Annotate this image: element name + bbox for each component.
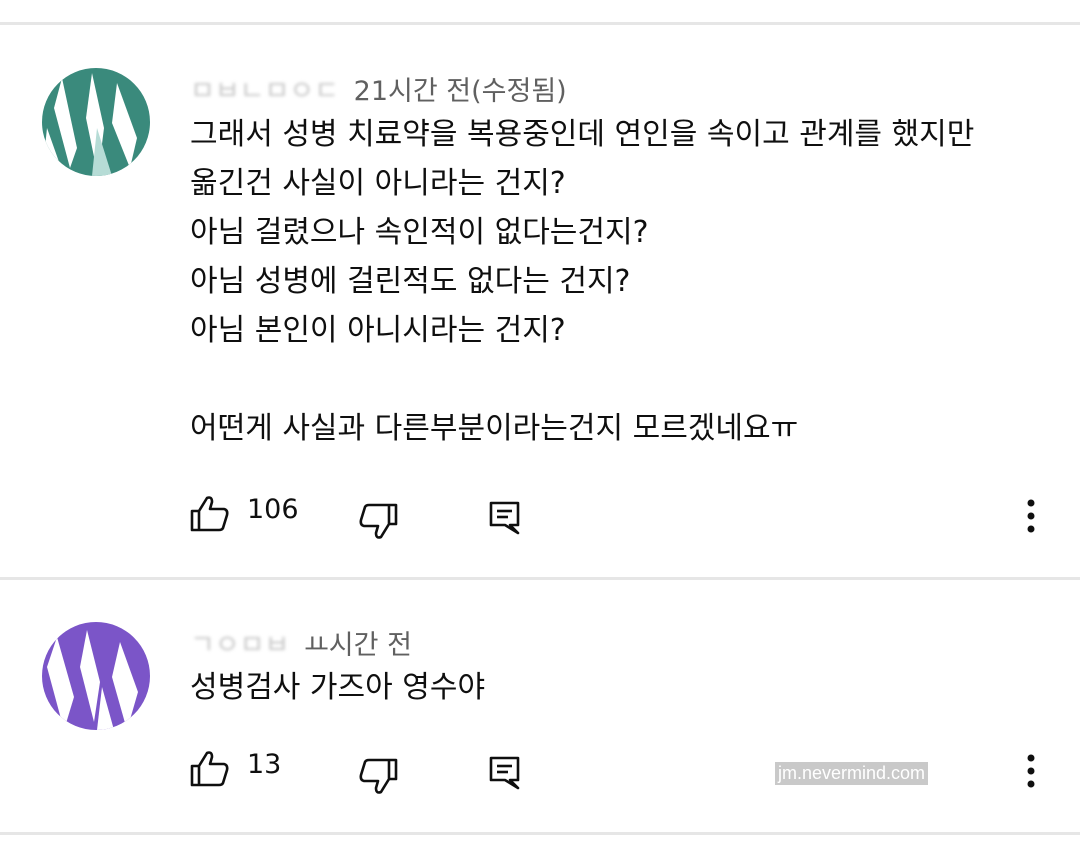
thumbs-up-icon[interactable] [190,750,230,788]
comment-divider [0,577,1080,580]
more-vertical-icon[interactable] [1024,753,1038,789]
thumbs-down-icon[interactable] [358,757,398,795]
comment-meta: ㄱㅇㅁㅂ ㅛ시간 전 [190,623,412,662]
avatar-image [42,68,150,176]
author-name[interactable]: ㅁㅂㄴㅁㅇㄷ [190,69,339,108]
reply-icon[interactable] [488,755,522,791]
comment-text: 성병검사 가즈아 영수야 [190,670,486,705]
author-name[interactable]: ㄱㅇㅁㅂ [190,623,289,662]
watermark: jm.nevermind.com [775,762,929,785]
avatar-image [42,622,150,730]
comment-time: 21시간 전(수정됨) [353,76,567,107]
reply-icon[interactable] [488,500,522,536]
thumbs-up-icon[interactable] [190,495,230,533]
like-count: 106 [247,494,299,525]
comment-text: 그래서 성병 치료약을 복용중인데 연인을 속이고 관계를 했지만 옮긴건 사실… [190,117,975,446]
avatar[interactable] [42,68,150,176]
comment-time: ㅛ시간 전 [303,630,412,661]
avatar[interactable] [42,622,150,730]
like-count: 13 [247,749,282,780]
more-vertical-icon[interactable] [1024,498,1038,534]
thumbs-down-icon[interactable] [358,502,398,540]
comment-meta: ㅁㅂㄴㅁㅇㄷ 21시간 전(수정됨) [190,69,567,108]
comment-actions: 106 [0,490,1080,540]
bottom-divider [0,832,1080,835]
top-divider [0,22,1080,25]
